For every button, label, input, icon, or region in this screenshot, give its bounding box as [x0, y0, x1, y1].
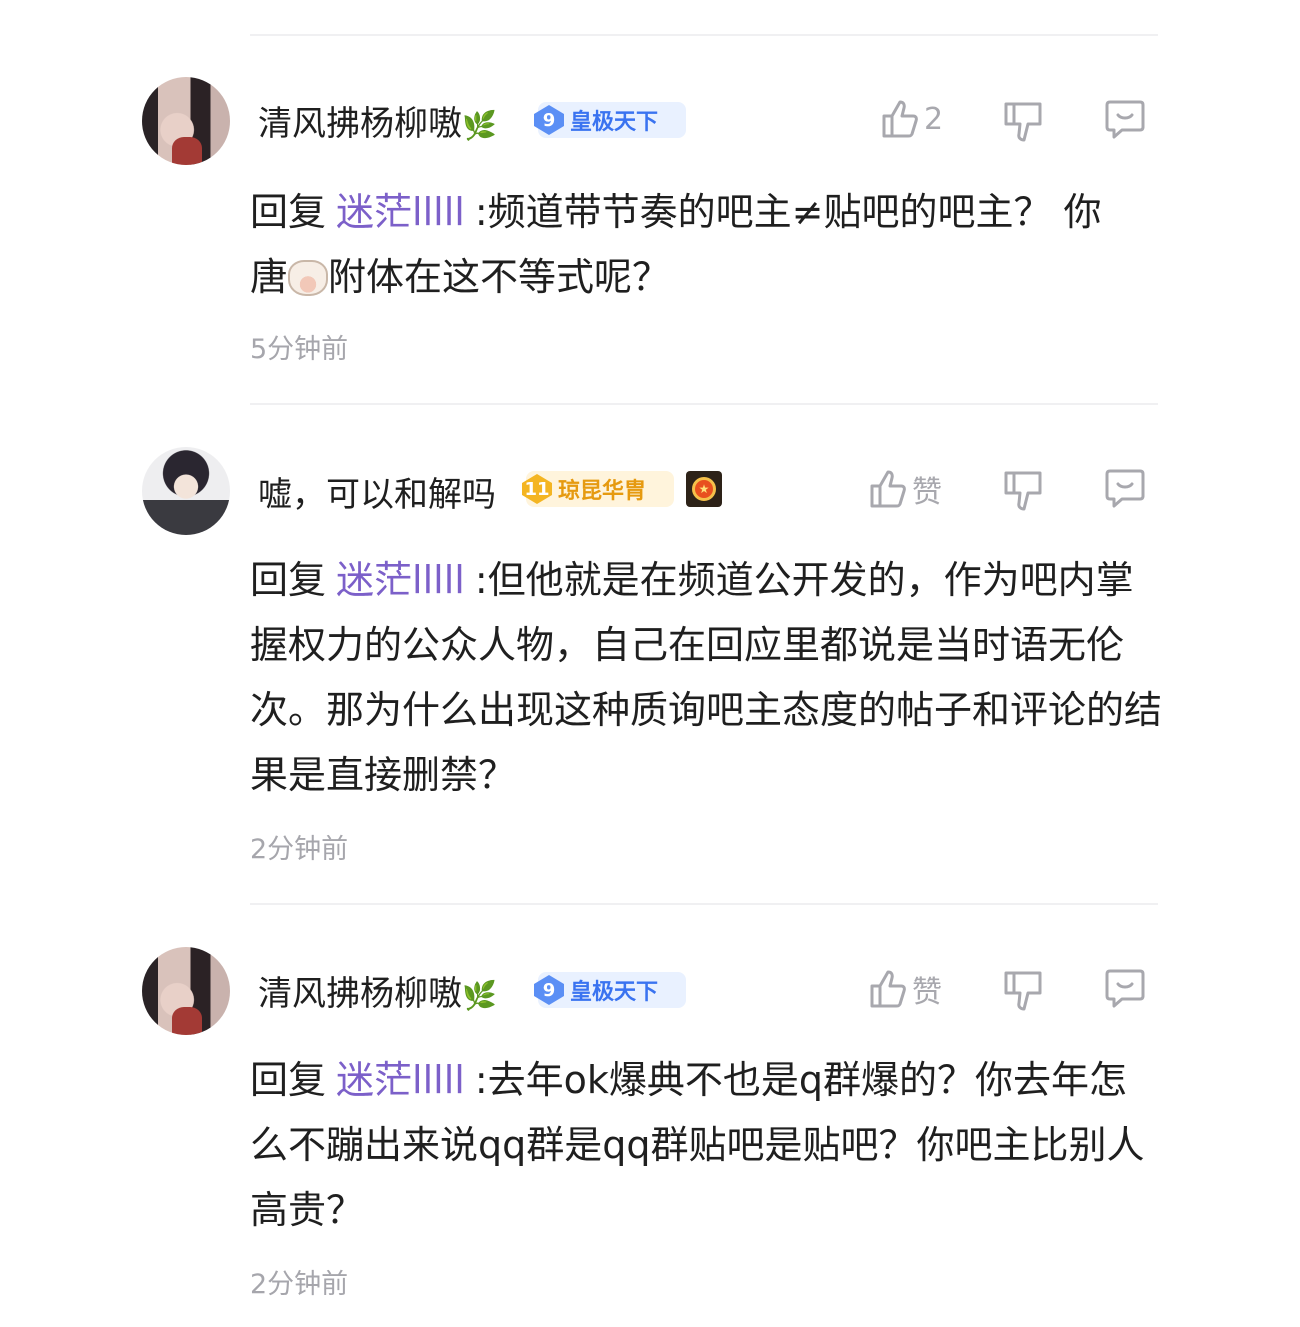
- comment-text-line: 唐: [250, 255, 289, 299]
- dislike-button[interactable]: [1002, 969, 1044, 1013]
- dislike-button[interactable]: [1002, 100, 1044, 144]
- avatar[interactable]: [142, 447, 230, 535]
- like-label: 赞: [912, 475, 942, 510]
- username[interactable]: 清风拂杨柳嗷🌿: [258, 96, 497, 145]
- like-button[interactable]: 赞: [868, 467, 942, 511]
- leaf-icon: 🌿: [462, 109, 497, 142]
- mention-link[interactable]: 迷茫lllll: [336, 558, 465, 602]
- medal-icon[interactable]: ★: [686, 471, 722, 507]
- reply-prefix: 回复: [250, 558, 327, 602]
- comment-text-line: :频道带节奏的吧主≠贴吧的吧主？ 你: [474, 190, 1102, 234]
- leaf-icon: 🌿: [462, 979, 497, 1012]
- like-button[interactable]: 2: [880, 98, 943, 140]
- reply-button[interactable]: [1104, 967, 1146, 1009]
- cow-emoji: [288, 260, 329, 296]
- level-badge[interactable]: 9 皇极天下: [534, 102, 686, 138]
- username-text[interactable]: 清风拂杨柳嗷: [258, 974, 462, 1014]
- mention-link[interactable]: 迷茫lllll: [336, 1058, 465, 1102]
- timestamp: 5分钟前: [250, 334, 349, 365]
- mention-link[interactable]: 迷茫lllll: [336, 190, 465, 234]
- reply-button[interactable]: [1104, 98, 1146, 140]
- top-divider: [250, 34, 1158, 36]
- username[interactable]: 嘘，可以和解吗: [258, 467, 496, 516]
- like-label: 赞: [912, 975, 942, 1010]
- username-text[interactable]: 清风拂杨柳嗷: [258, 104, 462, 144]
- avatar[interactable]: [142, 947, 230, 1035]
- avatar[interactable]: [142, 77, 230, 165]
- comment-text: 回复 迷茫lllll:频道带节奏的吧主≠贴吧的吧主？ 你 唐附体在这不等式呢？: [250, 180, 1162, 310]
- timestamp: 2分钟前: [250, 834, 349, 865]
- reply-button[interactable]: [1104, 467, 1146, 509]
- username[interactable]: 清风拂杨柳嗷🌿: [258, 966, 497, 1015]
- level-number: 11: [522, 474, 552, 504]
- level-badge[interactable]: 9 皇极天下: [534, 972, 686, 1008]
- comment-text: 回复 迷茫lllll:但他就是在频道公开发的，作为吧内掌握权力的公众人物，自己在回…: [250, 548, 1162, 808]
- comment-text-line: 附体在这不等式呢？: [328, 255, 671, 299]
- level-number: 9: [534, 975, 564, 1005]
- thumbs-up-icon: [882, 100, 918, 138]
- reply-prefix: 回复: [250, 190, 327, 234]
- comment-divider: [250, 403, 1158, 405]
- thumbs-down-icon: [1004, 971, 1042, 1011]
- level-title: 琼昆华胄: [558, 479, 647, 504]
- dislike-button[interactable]: [1002, 469, 1044, 513]
- thumbs-down-icon: [1004, 471, 1042, 511]
- comment-bubble-icon: [1105, 969, 1145, 1008]
- comment-text: 回复 迷茫lllll:去年ok爆典不也是q群爆的？你去年怎么不蹦出来说qq群是qq…: [250, 1048, 1162, 1243]
- level-number: 9: [534, 105, 564, 135]
- like-count: 2: [924, 101, 944, 137]
- comment-bubble-icon: [1105, 100, 1145, 139]
- level-badge[interactable]: 11 琼昆华胄: [522, 471, 674, 507]
- reply-prefix: 回复: [250, 1058, 327, 1102]
- timestamp: 2分钟前: [250, 1269, 349, 1300]
- comment-bubble-icon: [1105, 469, 1145, 508]
- username-text[interactable]: 嘘，可以和解吗: [258, 475, 496, 515]
- thumbs-up-icon: [870, 970, 906, 1008]
- level-title: 皇极天下: [570, 110, 659, 135]
- comment-divider: [250, 903, 1158, 905]
- like-button[interactable]: 赞: [868, 967, 942, 1011]
- thumbs-down-icon: [1004, 102, 1042, 142]
- thumbs-up-icon: [870, 470, 906, 508]
- level-title: 皇极天下: [570, 980, 659, 1005]
